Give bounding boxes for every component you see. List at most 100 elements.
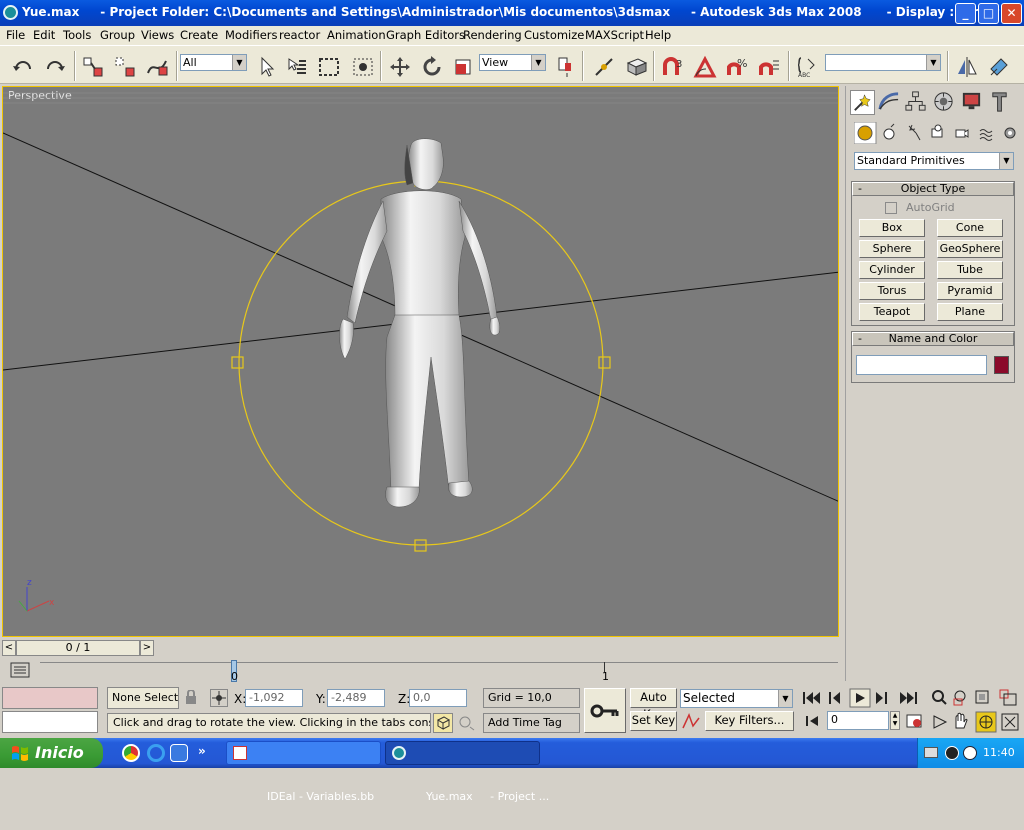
absolute-mode-transform-icon[interactable] — [210, 689, 228, 707]
pyramid-button[interactable]: Pyramid — [937, 282, 1003, 300]
keyboard-shortcut-override-icon[interactable] — [623, 54, 648, 78]
window-crossing-icon[interactable] — [350, 54, 374, 78]
category-dropdown[interactable]: Standard Primitives ▼ — [854, 152, 1014, 170]
snaps-toggle-icon[interactable]: 3 — [660, 54, 684, 78]
time-slider-thumb[interactable]: 0 / 1 — [16, 640, 140, 656]
select-object-icon[interactable] — [254, 54, 278, 78]
named-selection-sets-dropdown[interactable]: ▼ — [825, 54, 941, 71]
percent-snap-toggle-icon[interactable]: % — [724, 54, 748, 78]
menu-graph-editors[interactable]: Graph Editors — [386, 28, 465, 42]
motion-tab-icon[interactable] — [932, 90, 957, 115]
menu-file[interactable]: File — [6, 28, 25, 42]
redo-icon[interactable] — [42, 54, 66, 78]
track-bar[interactable]: 0 1 — [0, 658, 840, 685]
menu-reactor[interactable]: reactor — [279, 28, 320, 42]
start-button[interactable]: Inicio — [0, 738, 103, 768]
create-tab-icon[interactable] — [850, 90, 875, 115]
menu-tools[interactable]: Tools — [63, 28, 91, 42]
name-and-color-header[interactable]: - Name and Color — [852, 332, 1014, 346]
keyboard-tray-icon[interactable] — [924, 747, 938, 758]
hierarchy-tab-icon[interactable] — [904, 90, 929, 115]
z-coord-field[interactable]: 0,0 — [409, 689, 467, 707]
modify-tab-icon[interactable] — [877, 90, 902, 115]
key-filters-button[interactable]: Key Filters... — [705, 711, 794, 731]
select-and-scale-icon[interactable] — [450, 54, 474, 78]
object-color-swatch[interactable] — [994, 356, 1009, 374]
use-pivot-center-icon[interactable] — [552, 54, 576, 78]
sphere-button[interactable]: Sphere — [859, 240, 925, 258]
tube-button[interactable]: Tube — [937, 261, 1003, 279]
geosphere-button[interactable]: GeoSphere — [937, 240, 1003, 258]
display-tab-icon[interactable] — [960, 90, 985, 115]
menu-views[interactable]: Views — [141, 28, 174, 42]
time-tag-icon[interactable] — [458, 715, 476, 731]
cone-button[interactable]: Cone — [937, 219, 1003, 237]
box-button[interactable]: Box — [859, 219, 925, 237]
select-and-manipulate-icon[interactable] — [591, 54, 615, 78]
spinner-snap-toggle-icon[interactable] — [756, 54, 780, 78]
mini-curve-editor-icon[interactable] — [10, 662, 30, 678]
menu-help[interactable]: Help — [645, 28, 671, 42]
menu-group[interactable]: Group — [100, 28, 135, 42]
x-coord-field[interactable]: -1,092 — [245, 689, 303, 707]
time-configuration-icon[interactable] — [905, 712, 923, 730]
set-key-big-icon[interactable] — [584, 688, 626, 733]
perspective-viewport[interactable]: Perspective x z — [2, 86, 839, 637]
quick-launch-icon[interactable] — [170, 744, 188, 762]
title-bar[interactable]: Yue.max - Project Folder: C:\Documents a… — [0, 0, 1024, 26]
select-and-link-icon[interactable] — [80, 54, 104, 78]
auto-key-button[interactable]: Auto Key — [630, 688, 677, 721]
cylinder-button[interactable]: Cylinder — [859, 261, 925, 279]
menu-rendering[interactable]: Rendering — [463, 28, 522, 42]
teapot-button[interactable]: Teapot — [859, 303, 925, 321]
unlink-selection-icon[interactable] — [112, 54, 136, 78]
maximize-button[interactable]: □ — [978, 3, 999, 24]
menu-animation[interactable]: Animation — [327, 28, 386, 42]
current-frame-field[interactable]: 0 — [827, 711, 889, 730]
select-and-move-icon[interactable] — [387, 54, 411, 78]
utilities-tab-icon[interactable] — [988, 90, 1013, 115]
network-tray-icon[interactable] — [945, 746, 959, 760]
menu-maxscript[interactable]: MAXScript — [585, 28, 644, 42]
menu-customize[interactable]: Customize — [524, 28, 584, 42]
autogrid-checkbox[interactable] — [885, 202, 897, 214]
minimize-button[interactable]: _ — [955, 3, 976, 24]
menu-modifiers[interactable]: Modifiers — [225, 28, 278, 42]
add-time-tag[interactable]: Add Time Tag — [483, 713, 580, 733]
maxscript-listener-mini[interactable] — [2, 687, 98, 709]
angle-snap-toggle-icon[interactable] — [692, 54, 717, 78]
bind-space-warp-icon[interactable] — [144, 54, 168, 78]
rectangular-selection-icon[interactable] — [316, 54, 340, 78]
default-in-out-tangents-icon[interactable] — [681, 712, 701, 730]
edit-named-selection-icon[interactable]: ABC — [795, 54, 819, 79]
clock-tray-icon[interactable] — [963, 746, 977, 760]
menu-edit[interactable]: Edit — [33, 28, 55, 42]
object-type-header[interactable]: - Object Type — [852, 182, 1014, 196]
lock-selection-icon[interactable] — [185, 689, 197, 704]
torus-button[interactable]: Torus — [859, 282, 925, 300]
key-mode-toggle-icon[interactable] — [804, 712, 822, 730]
plane-button[interactable]: Plane — [937, 303, 1003, 321]
system-clock[interactable]: 11:40 — [983, 746, 1015, 759]
task-ideal[interactable]: IDEal - Variables.bb — [226, 741, 381, 803]
task-3dsmax[interactable]: Yue.max - Project ... — [385, 741, 549, 803]
prev-frame-button[interactable]: < — [2, 640, 16, 656]
chrome-icon[interactable] — [122, 744, 140, 762]
menu-create[interactable]: Create — [180, 28, 218, 42]
set-key-button[interactable]: Set Key — [630, 711, 677, 731]
key-mode-dropdown[interactable]: Selected ▼ — [680, 689, 793, 708]
selection-filter-dropdown[interactable]: All ▼ — [180, 54, 247, 71]
internet-explorer-icon[interactable] — [147, 744, 165, 762]
3dsmax-app-icon[interactable] — [3, 5, 18, 20]
object-name-input[interactable] — [856, 355, 987, 375]
select-by-name-icon[interactable] — [284, 54, 308, 78]
undo-icon[interactable] — [10, 54, 34, 78]
align-icon[interactable] — [986, 54, 1010, 78]
y-coord-field[interactable]: -2,489 — [327, 689, 385, 707]
select-and-rotate-icon[interactable] — [419, 54, 443, 78]
frame-spinner[interactable]: ▲ ▼ — [890, 711, 900, 730]
selection-lock-toggle-icon[interactable] — [433, 713, 453, 733]
maxscript-listener-input[interactable] — [2, 711, 98, 733]
close-button[interactable]: ✕ — [1001, 3, 1022, 24]
reference-coordinate-dropdown[interactable]: View ▼ — [479, 54, 546, 71]
